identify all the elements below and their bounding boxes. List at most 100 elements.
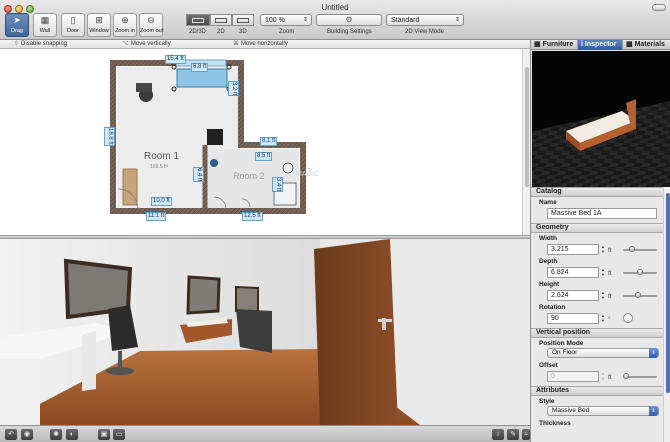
tab-inspector-label: Inspector xyxy=(584,41,617,48)
attributes-section-header[interactable]: Attributes xyxy=(531,386,663,396)
depth-label: Depth xyxy=(539,258,558,265)
video-button[interactable]: ▭ xyxy=(113,429,125,440)
window-right[interactable] xyxy=(235,285,259,312)
dimension-label[interactable]: 3.2 ft xyxy=(228,81,239,97)
name-field[interactable]: Massive Bed 1A xyxy=(547,208,657,219)
width-stepper[interactable]: ▲ ▼ xyxy=(600,244,606,255)
dimension-label[interactable]: 8.1 ft xyxy=(260,137,278,146)
photo-button[interactable]: ▣ xyxy=(98,429,110,440)
3d-view[interactable] xyxy=(0,239,530,425)
depth-field[interactable]: 6.824 xyxy=(547,267,599,278)
floor-plan-view[interactable]: Room 1 188.5 ft² Room 2 MAGIC 15.4 ft 6.… xyxy=(0,49,530,235)
camera-button[interactable]: ◉ xyxy=(21,429,33,440)
height-stepper[interactable]: ▲ ▼ xyxy=(600,290,606,301)
position-mode-label: Position Mode xyxy=(539,340,584,347)
inspector-scrollbar[interactable] xyxy=(663,187,670,442)
info-icon: i xyxy=(581,41,583,48)
dark-cabinet-3d[interactable] xyxy=(236,309,272,353)
tab-furniture[interactable]: ▦ Furniture xyxy=(531,40,578,50)
wall-tool-button[interactable]: ▦ Wall xyxy=(33,13,57,37)
room2-sink[interactable] xyxy=(282,162,294,174)
view-mode-2d3d-button[interactable] xyxy=(186,14,210,26)
zoom-value: 100 % xyxy=(265,17,285,24)
view-mode-3d-button[interactable] xyxy=(232,14,254,26)
furniture-icon: ▦ xyxy=(534,41,541,48)
dimension-label[interactable]: 10.0 ft xyxy=(151,197,172,206)
zoom-out-icon: ⊖ xyxy=(147,15,155,25)
watermark: MAGIC xyxy=(296,171,319,178)
zoom-out-button[interactable]: ⊖ Zoom out xyxy=(139,13,163,37)
light-button[interactable]: ✺ xyxy=(50,429,62,440)
right-panel: ▦ Furniture i Inspector ▩ Materials Cata… xyxy=(530,40,670,442)
height-slider-knob[interactable] xyxy=(635,292,641,298)
2d-view-mode-select[interactable]: Standard ⇕ xyxy=(386,14,464,26)
dark-cabinet[interactable] xyxy=(207,129,223,145)
dimension-label[interactable]: 15.4 ft xyxy=(165,55,186,64)
dimension-label[interactable]: 12.5 ft xyxy=(242,212,263,221)
app-window: Untitled ➤ Drag ▦ Wall ▯ Door ⊞ Window ⊕… xyxy=(0,0,670,442)
zoom-in-button[interactable]: ⊕ Zoom in xyxy=(113,13,137,37)
object-preview[interactable] xyxy=(532,51,670,187)
scrollbar-thumb[interactable] xyxy=(666,193,670,393)
tab-materials-label: Materials xyxy=(634,41,665,48)
style-select[interactable]: Massive Bed ⇕ xyxy=(547,406,659,416)
drag-tool-button[interactable]: ➤ Drag xyxy=(5,13,29,37)
scrollbar-thumb[interactable] xyxy=(525,67,529,187)
offset-slider-knob[interactable] xyxy=(623,373,629,379)
height-field[interactable]: 2.624 xyxy=(547,290,599,301)
view-mode-3d-label: 3D xyxy=(239,29,247,35)
room2-label[interactable]: Room 2 xyxy=(233,171,265,181)
width-field[interactable]: 3.215 xyxy=(547,244,599,255)
toolbar-toggle-button[interactable] xyxy=(652,4,666,11)
offset-stepper[interactable]: ▲ ▼ xyxy=(600,371,606,382)
hint-bar: ⇧ Disable snapping ⌥ Move vertically ⌘ Move… xyxy=(0,40,530,49)
depth-unit: ft xyxy=(608,270,612,277)
offset-field[interactable]: 0 xyxy=(547,371,599,382)
table[interactable] xyxy=(122,168,138,206)
width-unit: ft xyxy=(608,247,612,254)
dimension-label[interactable]: 18.8 ft xyxy=(104,127,115,146)
toolbar: Untitled ➤ Drag ▦ Wall ▯ Door ⊞ Window ⊕… xyxy=(0,0,670,40)
vertical-position-section-header[interactable]: Vertical position xyxy=(531,328,663,338)
dimension-label[interactable]: 11.1 ft xyxy=(146,212,167,221)
door-tool-button[interactable]: ▯ Door xyxy=(61,13,85,37)
window-middle[interactable] xyxy=(186,275,221,315)
building-settings-button[interactable]: ⚙ xyxy=(316,14,382,26)
rotation-field[interactable]: 90 xyxy=(547,313,599,324)
width-label: Width xyxy=(539,235,557,242)
tab-furniture-label: Furniture xyxy=(542,41,574,48)
rotation-stepper[interactable]: ▲ ▼ xyxy=(600,313,606,324)
dimension-label[interactable]: 3.4 ft xyxy=(272,177,283,193)
dimension-label[interactable]: 6.8 ft xyxy=(191,63,209,72)
sync-button[interactable]: ≈ xyxy=(522,429,530,440)
width-slider-knob[interactable] xyxy=(629,246,635,252)
tab-inspector[interactable]: i Inspector xyxy=(578,40,623,50)
depth-stepper[interactable]: ▲ ▼ xyxy=(600,267,606,278)
depth-slider-knob[interactable] xyxy=(637,269,643,275)
chevron-updown-icon: ⇕ xyxy=(649,406,658,416)
position-mode-select[interactable]: On Floor ⇕ xyxy=(547,348,659,358)
render-button[interactable]: ◐ xyxy=(66,429,78,440)
door-3d[interactable] xyxy=(314,239,398,425)
view-mode-2d-button[interactable] xyxy=(210,14,232,26)
view-mode-2d-label: 2D xyxy=(217,29,225,35)
geometry-section-header[interactable]: Geometry xyxy=(531,223,663,233)
plan-vertical-scrollbar[interactable] xyxy=(522,49,530,235)
tab-materials[interactable]: ▩ Materials xyxy=(623,40,670,50)
catalog-section-header[interactable]: Catalog xyxy=(531,187,663,197)
zoom-select[interactable]: 100 % ⇕ xyxy=(260,14,312,26)
dimension-label[interactable]: 8.5 ft xyxy=(255,152,273,161)
hint-text: Move horizontally xyxy=(241,41,288,47)
chevron-updown-icon: ⇕ xyxy=(649,348,658,358)
room2-object[interactable] xyxy=(210,159,218,167)
desk[interactable] xyxy=(136,83,152,92)
info-button[interactable]: i xyxy=(492,429,504,440)
dimension-label[interactable]: 6.4 ft xyxy=(193,167,204,183)
room1-label[interactable]: Room 1 xyxy=(144,151,179,162)
zoom-in-label: Zoom in xyxy=(115,28,135,34)
3d-scene[interactable] xyxy=(0,239,530,425)
undo-button[interactable]: ↶ xyxy=(5,429,17,440)
rotation-dial[interactable] xyxy=(623,313,633,323)
window-tool-button[interactable]: ⊞ Window xyxy=(87,13,111,37)
edit-button[interactable]: ✎ xyxy=(507,429,519,440)
